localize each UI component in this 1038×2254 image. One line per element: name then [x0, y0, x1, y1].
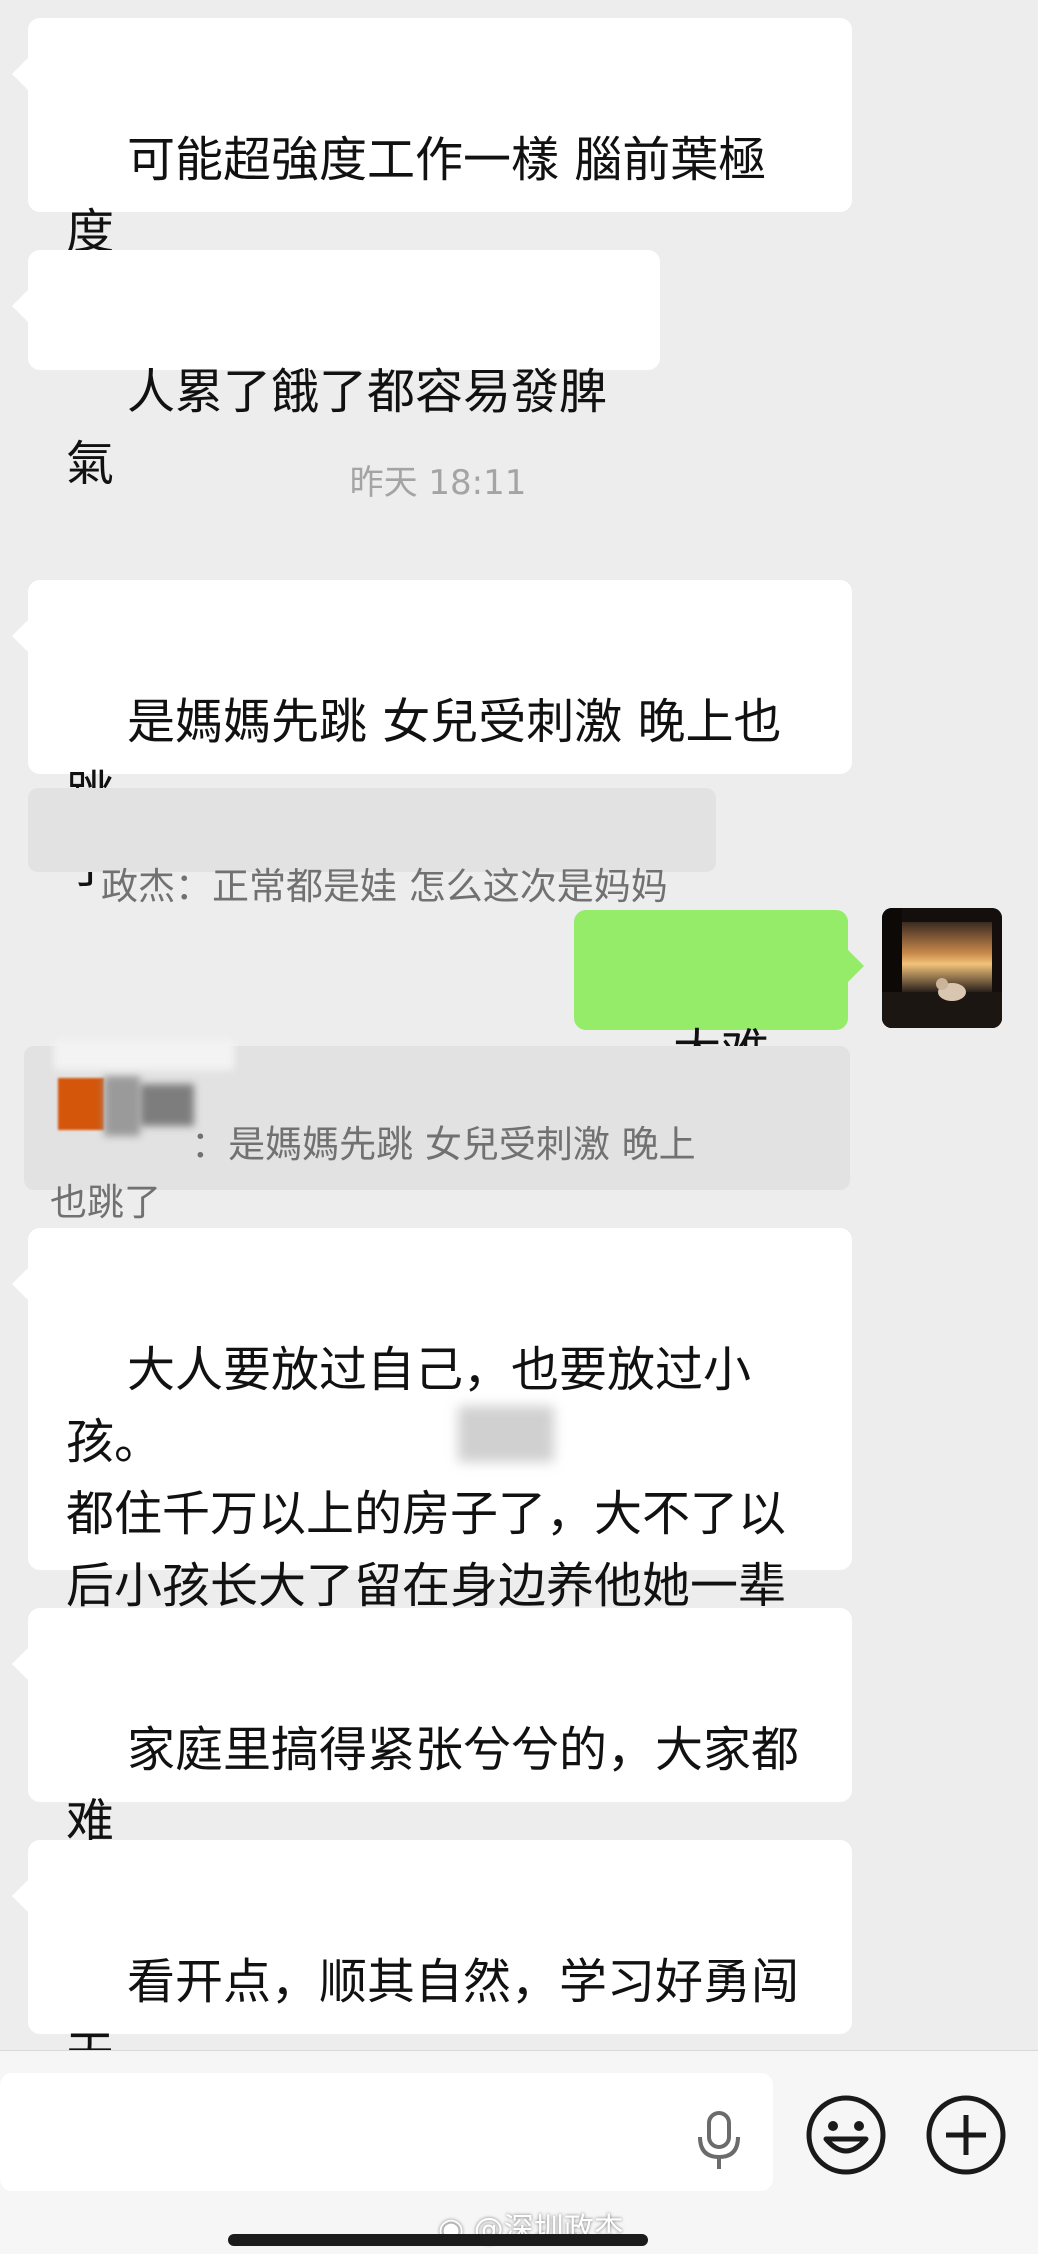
- avatar[interactable]: [882, 908, 1002, 1028]
- timestamp: 昨天 18:11: [349, 463, 527, 503]
- avatar-photo: [882, 908, 1002, 1028]
- redaction-blur: [458, 1406, 554, 1462]
- mosaic-block: [54, 1040, 234, 1070]
- quoted-text: 政杰：正常都是娃 怎么这次是妈妈: [101, 865, 668, 908]
- message-bubble[interactable]: 可能超強度工作一樣 腦前葉極度 疲勞 情緒開關更加失靈: [12, 18, 852, 332]
- message-bubble[interactable]: 人累了餓了都容易發脾氣: [12, 250, 660, 492]
- mosaic-block: [140, 1084, 194, 1126]
- home-indicator[interactable]: [228, 2234, 648, 2246]
- sent-message-bubble[interactable]: 太难受了: [574, 910, 864, 1152]
- message-bubble[interactable]: 家庭里搞得紧张兮兮的，大家都难 受，不如开开心心有爱有温暖好。: [12, 1608, 852, 1922]
- input-bar: ◉ @深圳政杰: [0, 2050, 1038, 2254]
- message-input[interactable]: [0, 2073, 773, 2191]
- quoted-message[interactable]: 政杰：正常都是娃 怎么这次是妈妈: [28, 788, 716, 908]
- plus-icon[interactable]: [924, 2093, 1008, 2177]
- quoted-text: ：是媽媽先跳 女兒受刺激 晚上 也跳了: [50, 1123, 696, 1224]
- smiley-icon[interactable]: [804, 2093, 888, 2177]
- microphone-icon[interactable]: [692, 2109, 746, 2173]
- message-bubble[interactable]: 大人要放过自己，也要放过小孩。 都住千万以上的房子了，大不了以 后小孩长大了留在…: [12, 1228, 852, 1686]
- mosaic-block: [104, 1076, 140, 1136]
- chat-area: 可能超強度工作一樣 腦前葉極度 疲勞 情緒開關更加失靈 人累了餓了都容易發脾氣 …: [0, 0, 1038, 2154]
- mosaic-block: [58, 1078, 104, 1130]
- message-bubble[interactable]: 看开点，顺其自然，学习好勇闯天 下，学习不好承欢膝下: [12, 1840, 852, 2154]
- message-bubble[interactable]: 是媽媽先跳 女兒受刺激 晚上也跳 了: [12, 580, 852, 894]
